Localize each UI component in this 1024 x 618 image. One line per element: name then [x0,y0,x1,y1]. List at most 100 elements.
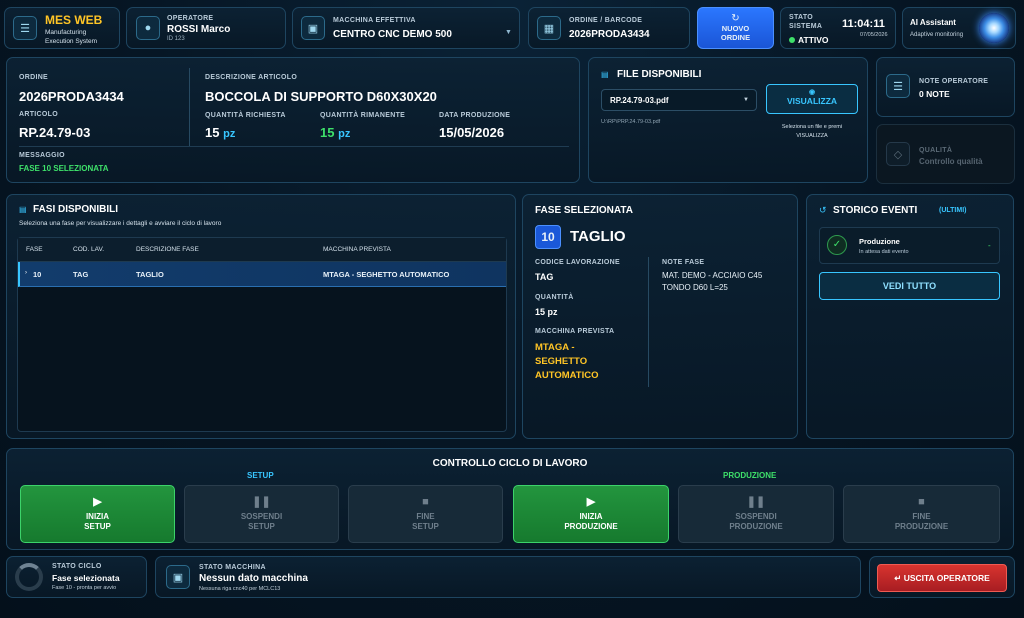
article-label: ARTICOLO [19,111,58,118]
cycle-control-panel: CONTROLLO CICLO DI LAVORO SETUP PRODUZIO… [6,448,1014,550]
production-date-label: DATA PRODUZIONE [439,112,511,119]
event-subtitle: In attesa dati evento [859,249,909,255]
new-order-label: NUOVO [721,24,750,33]
phases-title: FASI DISPONIBILI [33,204,119,215]
history-badge: (ULTIMI) [939,207,967,214]
description-value: BOCCOLA DI SUPPORTO D60X30X20 [205,89,437,104]
notes-value: 0 NOTE [919,89,950,99]
machine-select[interactable]: ▣ MACCHINA EFFETTIVA CENTRO CNC DEMO 500… [292,7,520,49]
col-cod-lav: COD. LAV. [73,246,105,253]
phase-notes-label: NOTE FASE [662,259,705,266]
files-panel: ▤ FILE DISPONIBILI RP.24.79-03.pdf ▼ U:\… [588,57,868,183]
end-production-label: FINE [912,512,931,522]
notes-label: NOTE OPERATORE [919,78,989,85]
chevron-down-icon[interactable]: ▼ [505,29,512,36]
ai-assistant[interactable]: AI Assistant Adaptive monitoring [902,7,1016,49]
status-dot [789,37,795,43]
row-cod: TAG [73,270,89,279]
col-macchina: MACCHINA PREVISTA [323,246,391,253]
pause-icon: ❚❚ [252,495,271,508]
machine-status-sub: Nessuna riga cnc40 per MCLC13 [199,586,281,592]
divider [189,68,190,146]
end-setup-button[interactable]: ■ FINE SETUP [348,485,503,543]
end-production-button[interactable]: ■ FINE PRODUZIONE [843,485,1000,543]
qty-remaining-unit: pz [338,128,351,140]
machine-status-label: STATO MACCHINA [199,564,266,571]
setup-label: SETUP [247,471,274,480]
qty-value: 15 pz [535,307,558,317]
order-value: 2026PRODA3434 [19,89,124,104]
start-setup-button[interactable]: ▶ INIZIA SETUP [20,485,175,543]
file-select-value: RP.24.79-03.pdf [610,96,669,105]
file-path: U:\RP\PRP.24.79-03.pdf [601,119,661,125]
divider [648,257,649,387]
phase-number-badge: 10 [535,225,561,249]
status-label: STATO [789,14,814,21]
phases-table: FASE COD. LAV. DESCRIZIONE FASE MACCHINA… [17,237,507,432]
end-setup-label-2: SETUP [412,522,439,532]
order-barcode-card[interactable]: ▦ ORDINE / BARCODE 2026PRODA3434 [528,7,690,49]
phases-panel: ▤ FASI DISPONIBILI Seleziona una fase pe… [6,194,516,439]
selected-phase-title: FASE SELEZIONATA [535,205,633,216]
view-button-label: VISUALIZZA [786,96,838,106]
ring-icon [15,563,43,591]
file-select[interactable]: RP.24.79-03.pdf ▼ [601,89,757,111]
ai-orb-icon [979,13,1009,43]
qty-remaining-value: 15 pz [320,125,350,140]
qty-required-unit: pz [223,128,236,140]
qty-label: QUANTITÀ [535,294,574,301]
pause-production-label-2: PRODUZIONE [729,522,783,532]
operator-card: ● OPERATORE ROSSI Marco ID 123 [126,7,286,49]
start-setup-label: INIZIA [85,512,110,522]
menu-icon[interactable]: ☰ [13,16,37,40]
planned-machine-value-2: SEGHETTO [535,356,588,367]
play-icon: ▶ [586,495,596,508]
history-title: STORICO EVENTI [833,205,918,216]
pause-setup-button[interactable]: ❚❚ SOSPENDI SETUP [184,485,339,543]
app-brand: ☰ MES WEB Manufacturing Execution System [4,7,120,49]
operator-notes-card[interactable]: ☰ NOTE OPERATORE 0 NOTE [876,57,1015,117]
play-icon: ▶ [93,495,102,508]
row-fase: 10 [33,270,42,279]
order-barcode-label: ORDINE / BARCODE [569,17,643,24]
refresh-icon: ↻ [731,13,740,24]
exit-operator-button[interactable]: ↵ USCITA OPERATORE [877,564,1007,592]
barcode-icon: ▦ [537,16,561,40]
exit-icon: ↵ [894,573,902,583]
cycle-title: CONTROLLO CICLO DI LAVORO [432,458,588,469]
status-label-2: SISTEMA [789,23,823,30]
end-setup-label: FINE [416,512,435,522]
table-row[interactable]: › 10 TAG TAGLIO MTAGA - SEGHETTO AUTOMAT… [18,262,506,287]
production-label: PRODUZIONE [723,471,777,480]
col-descrizione: DESCRIZIONE FASE [136,246,199,253]
pause-production-label: SOSPENDI [735,512,777,522]
clock-date: 07/05/2026 [860,32,888,38]
operator-id: ID 123 [167,36,185,42]
row-chevron-icon: › [25,270,27,276]
view-button[interactable]: ◉ VISUALIZZA [766,84,858,114]
phase-name: TAGLIO [570,228,626,245]
stop-icon: ■ [422,495,429,508]
end-production-label-2: PRODUZIONE [894,522,949,532]
new-order-button[interactable]: ↻ NUOVO ORDINE [697,7,774,49]
cycle-status-sub: Fase 10 - pronta per avvio [52,585,117,591]
event-title: Produzione [859,237,900,246]
start-production-button[interactable]: ▶ INIZIA PRODUZIONE [513,485,669,543]
chip-icon: ▣ [166,565,190,589]
start-setup-label-2: SETUP [84,522,111,532]
message-value: FASE 10 SELEZIONATA [19,164,109,173]
clock-time: 11:04:11 [842,18,885,30]
article-value: RP.24.79-03 [19,125,91,140]
machine-label: MACCHINA EFFETTIVA [333,17,416,24]
phases-subtitle: Seleziona una fase per visualizzare i de… [19,220,222,227]
order-details-panel: ORDINE 2026PRODA3434 ARTICOLO RP.24.79-0… [6,57,580,183]
production-date-value: 15/05/2026 [439,125,505,140]
files-title: FILE DISPONIBILI [617,69,702,80]
planned-machine-value: MTAGA - [535,342,575,353]
see-all-button[interactable]: VEDI TUTTO [819,272,1000,300]
operator-label: OPERATORE [167,15,214,22]
ai-title: AI Assistant [910,18,956,27]
qty-required-value: 15 pz [205,125,235,140]
pause-production-button[interactable]: ❚❚ SOSPENDI PRODUZIONE [678,485,834,543]
message-label: MESSAGGIO [19,152,65,159]
